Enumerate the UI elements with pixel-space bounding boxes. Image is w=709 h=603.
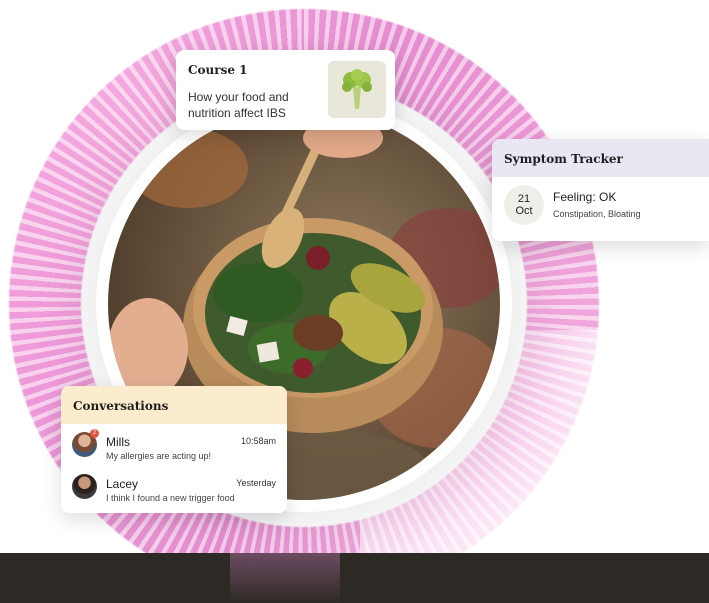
conversation-item[interactable]: Lacey Yesterday I think I found a new tr… (61, 466, 287, 508)
conversation-time: Yesterday (236, 478, 276, 488)
conversation-name: Mills (106, 435, 130, 449)
symptom-entry[interactable]: 21 Oct Feeling: OK Constipation, Bloatin… (492, 177, 709, 241)
conversation-message: My allergies are acting up! (106, 451, 212, 461)
course-title: How your food and nutrition affect IBS (188, 90, 289, 120)
symptom-tracker-card[interactable]: Symptom Tracker 21 Oct Feeling: OK Const… (492, 139, 709, 241)
date-month: Oct (515, 205, 533, 217)
avatar (72, 474, 97, 499)
conversation-item[interactable]: 2 Mills 10:58am My allergies are acting … (61, 424, 287, 466)
course-card[interactable]: Course 1 How your food and nutrition aff… (176, 50, 395, 130)
date-badge: 21 Oct (504, 185, 544, 225)
conversation-message: I think I found a new trigger food (106, 493, 235, 503)
ring-glow (230, 553, 340, 603)
broccoli-icon (342, 68, 372, 109)
conversations-card[interactable]: Conversations 2 Mills 10:58am My allergi… (61, 386, 287, 513)
symptom-tracker-title: Symptom Tracker (492, 139, 709, 177)
date-day: 21 (517, 193, 531, 205)
unread-badge: 2 (90, 429, 99, 438)
feeling-status: Feeling: OK (553, 190, 617, 204)
symptoms-list: Constipation, Bloating (553, 209, 641, 219)
footer-band (0, 553, 709, 603)
course-thumbnail (328, 61, 386, 118)
conversation-time: 10:58am (240, 436, 276, 446)
conversation-name: Lacey (106, 477, 139, 491)
conversations-title: Conversations (61, 386, 287, 424)
